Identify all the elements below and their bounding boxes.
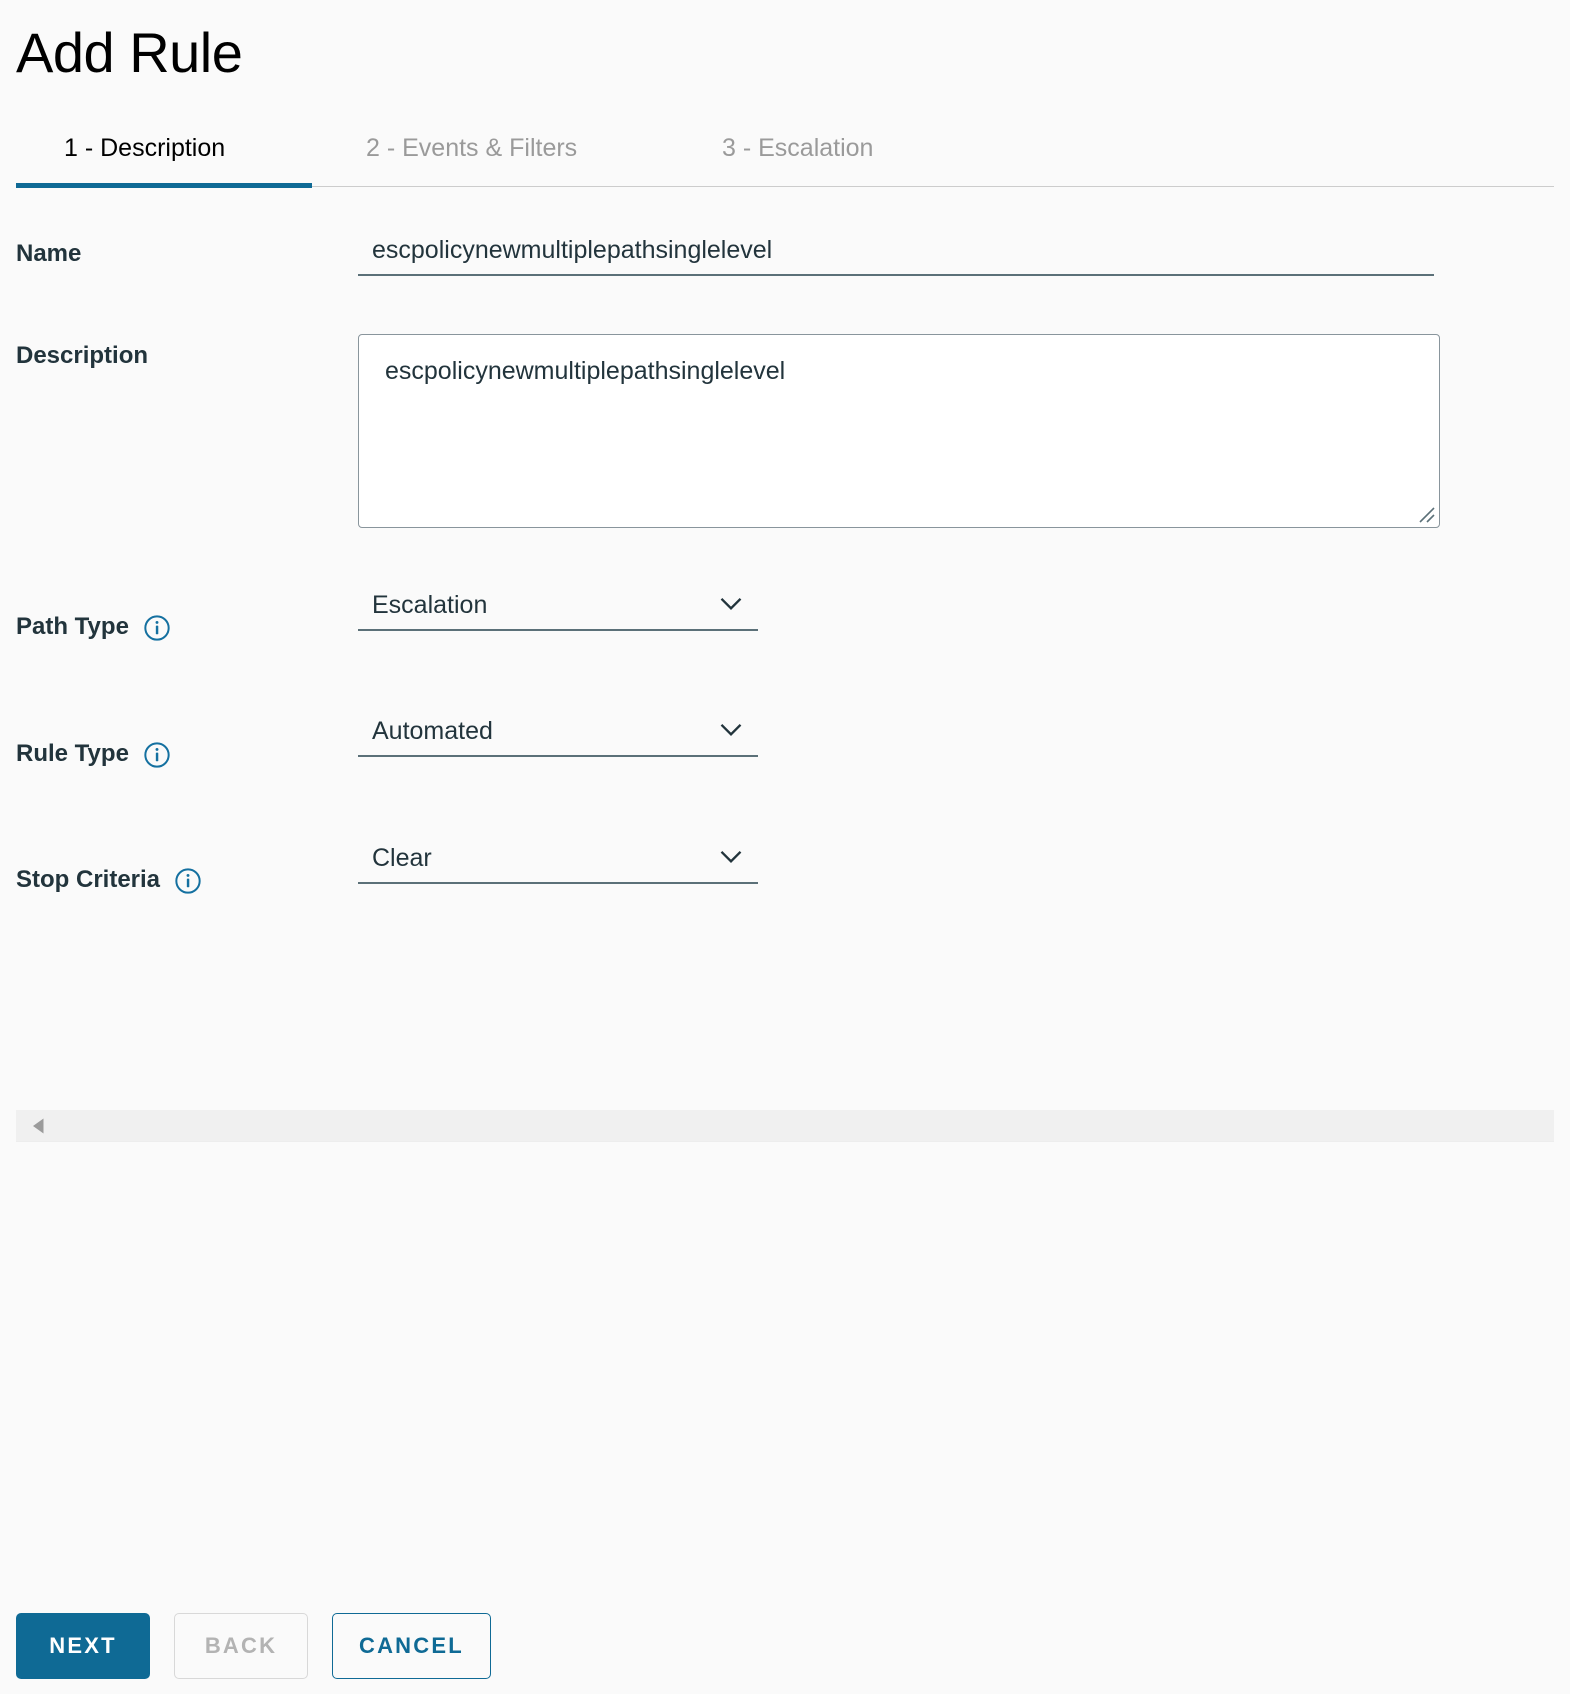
chevron-down-icon — [718, 844, 744, 870]
rule-type-select[interactable]: Automated — [358, 711, 758, 757]
name-input[interactable] — [358, 232, 1434, 276]
wizard-tabs: 1 - Description 2 - Events & Filters 3 -… — [0, 124, 1570, 188]
path-type-label: Path Type — [16, 613, 171, 641]
active-tab-indicator — [16, 183, 312, 188]
description-label: Description — [16, 342, 148, 370]
cancel-button[interactable]: CANCEL — [332, 1613, 491, 1679]
page-title: Add Rule — [16, 21, 243, 84]
info-circle-icon[interactable] — [143, 741, 171, 769]
name-label-text: Name — [16, 240, 82, 267]
description-field — [358, 334, 1440, 528]
back-button: BACK — [174, 1613, 308, 1679]
caret-left-icon[interactable] — [30, 1117, 48, 1135]
wizard-footer: NEXT BACK CANCEL — [16, 1613, 491, 1679]
stop-criteria-label: Stop Criteria — [16, 866, 202, 894]
name-label: Name — [16, 240, 81, 268]
name-field — [358, 232, 1434, 282]
tab-description[interactable]: 1 - Description — [64, 124, 225, 186]
info-circle-icon[interactable] — [174, 867, 202, 895]
rule-type-label: Rule Type — [16, 740, 171, 768]
stop-criteria-field: Clear — [358, 838, 758, 890]
stop-criteria-select[interactable]: Clear — [358, 838, 758, 884]
path-type-select[interactable]: Escalation — [358, 585, 758, 631]
rule-type-label-text: Rule Type — [16, 740, 129, 767]
path-type-label-text: Path Type — [16, 613, 129, 640]
tab-escalation[interactable]: 3 - Escalation — [722, 124, 873, 186]
horizontal-scrollbar[interactable] — [16, 1110, 1554, 1142]
description-label-text: Description — [16, 342, 149, 369]
chevron-down-icon — [718, 717, 744, 743]
rule-type-field: Automated — [358, 711, 758, 763]
tab-events-filters[interactable]: 2 - Events & Filters — [366, 124, 577, 186]
next-button[interactable]: NEXT — [16, 1613, 150, 1679]
stop-criteria-label-text: Stop Criteria — [16, 866, 161, 893]
description-textarea[interactable] — [358, 334, 1440, 528]
rule-type-value: Automated — [372, 716, 493, 745]
info-circle-icon[interactable] — [143, 614, 171, 642]
path-type-value: Escalation — [372, 590, 488, 619]
chevron-down-icon — [718, 591, 744, 617]
add-rule-wizard: Add Rule 1 - Description 2 - Events & Fi… — [0, 0, 1570, 1694]
path-type-field: Escalation — [358, 585, 758, 637]
stop-criteria-value: Clear — [372, 843, 432, 872]
